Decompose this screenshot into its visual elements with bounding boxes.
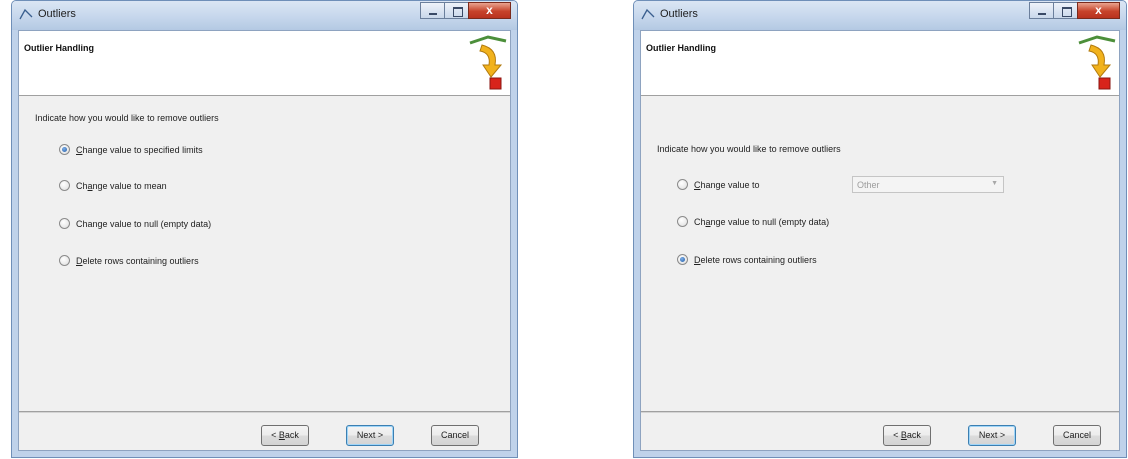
back-button[interactable]: < Back [883, 425, 931, 446]
dialog-client-area: Outlier Handling Indicate how you would … [640, 30, 1120, 451]
radio-button[interactable] [59, 180, 70, 191]
radio-button[interactable] [59, 255, 70, 266]
back-button[interactable]: < Back [261, 425, 309, 446]
radio-button[interactable] [59, 218, 70, 229]
close-button[interactable] [468, 2, 511, 19]
radio-label: Change value to null (empty data) [76, 218, 212, 229]
radio-button-checked[interactable] [59, 144, 70, 155]
radio-button[interactable] [677, 179, 688, 190]
radio-label: Change value to null (empty data) [694, 216, 830, 227]
next-button[interactable]: Next > [346, 425, 394, 446]
instruction-text: Indicate how you would like to remove ou… [657, 144, 841, 154]
app-icon [19, 8, 33, 20]
wizard-header: Outlier Handling [19, 31, 510, 96]
radio-change-to-mean[interactable]: Change value to mean [59, 180, 167, 191]
title-bar[interactable]: Outliers [634, 1, 1126, 30]
minimize-button[interactable] [420, 2, 445, 19]
outliers-dialog-left: Outliers Outlier Handling Indicate how y… [11, 0, 518, 458]
title-bar[interactable]: Outliers [12, 1, 517, 30]
page-title: Outlier Handling [646, 43, 717, 53]
radio-label: Change value to [694, 179, 760, 190]
radio-change-to-null[interactable]: Change value to null (empty data) [59, 218, 211, 229]
instruction-text: Indicate how you would like to remove ou… [35, 113, 219, 123]
chevron-down-icon: ▼ [991, 180, 998, 187]
cancel-button[interactable]: Cancel [431, 425, 479, 446]
wizard-arrow-cube-icon [469, 35, 507, 90]
radio-button-checked[interactable] [677, 254, 688, 265]
radio-change-to-limits[interactable]: Change value to specified limits [59, 144, 203, 155]
replacement-value-dropdown[interactable]: Other ▼ [852, 176, 1004, 193]
window-title: Outliers [660, 8, 698, 20]
radio-change-value-to[interactable]: Change value to [677, 179, 760, 190]
radio-delete-rows[interactable]: Delete rows containing outliers [59, 255, 199, 266]
radio-label: Change value to mean [76, 180, 167, 191]
radio-label: Delete rows containing outliers [694, 254, 817, 265]
radio-label: Change value to specified limits [76, 144, 203, 155]
cancel-button[interactable]: Cancel [1053, 425, 1101, 446]
next-button[interactable]: Next > [968, 425, 1016, 446]
minimize-button[interactable] [1029, 2, 1054, 19]
window-title: Outliers [38, 8, 76, 20]
footer-separator [641, 411, 1119, 413]
dropdown-selected-value: Other [857, 180, 880, 190]
maximize-button[interactable] [444, 2, 469, 19]
radio-button[interactable] [677, 216, 688, 227]
radio-label: Delete rows containing outliers [76, 255, 199, 266]
page-title: Outlier Handling [24, 43, 95, 53]
wizard-header: Outlier Handling [641, 31, 1119, 96]
dialog-client-area: Outlier Handling Indicate how you would … [18, 30, 511, 451]
wizard-arrow-cube-icon [1078, 35, 1116, 90]
radio-change-to-null[interactable]: Change value to null (empty data) [677, 216, 829, 227]
footer-separator [19, 411, 510, 413]
app-icon [641, 8, 655, 20]
maximize-button[interactable] [1053, 2, 1078, 19]
close-button[interactable] [1077, 2, 1120, 19]
radio-delete-rows[interactable]: Delete rows containing outliers [677, 254, 817, 265]
outliers-dialog-right: Outliers Outlier Handling Indicate how y… [633, 0, 1127, 458]
